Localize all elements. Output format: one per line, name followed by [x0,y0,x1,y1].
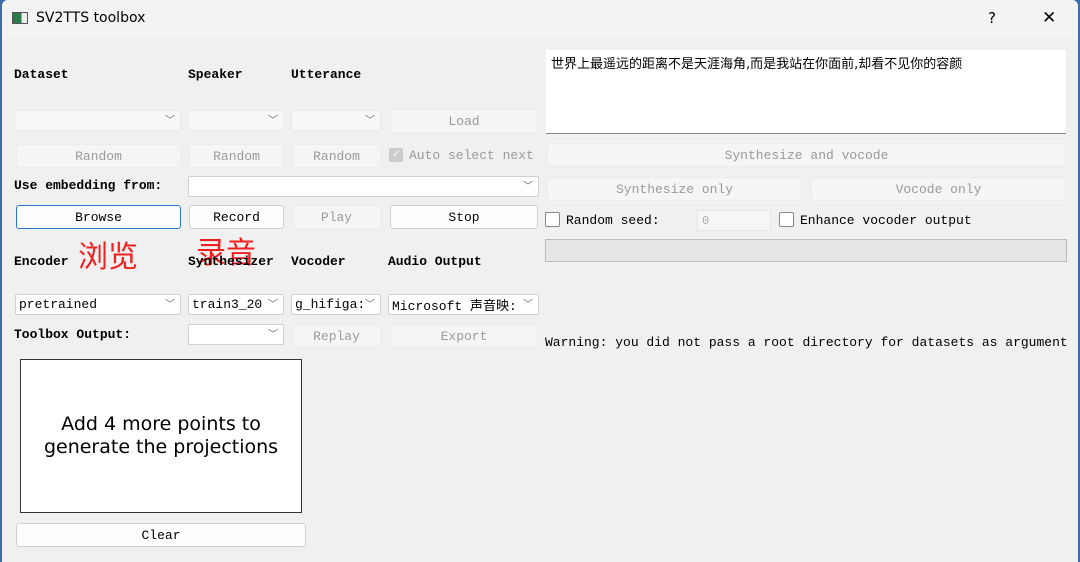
title-bar: SV2TTS toolbox ? ✕ [2,0,1078,38]
speaker-label: Speaker [188,67,243,82]
clear-button[interactable]: Clear [16,523,306,547]
enhance-vocoder-checkbox[interactable] [779,212,794,227]
play-button[interactable]: Play [292,205,381,229]
dataset-combo[interactable]: ﹀ [15,110,181,131]
synthesize-only-button[interactable]: Synthesize only [547,177,802,201]
encoder-combo[interactable]: pretrained ﹀ [15,294,181,315]
chevron-down-icon: ﹀ [268,295,278,311]
synthesizer-combo[interactable]: train3_20 ﹀ [188,294,284,315]
chevron-down-icon: ﹀ [268,329,278,341]
enhance-vocoder-label: Enhance vocoder output [800,213,972,228]
stop-button[interactable]: Stop [390,205,538,229]
utterance-combo[interactable]: ﹀ [291,110,381,131]
chevron-down-icon: ﹀ [165,299,175,311]
text-input-value: 世界上最遥远的距离不是天涯海角,而是我站在你面前,却看不见你的容颜 [551,57,963,72]
projection-message: Add 4 more points to generate the projec… [43,413,279,458]
close-button[interactable]: ✕ [1042,8,1056,28]
vocoder-label: Vocoder [291,254,346,269]
main-window: SV2TTS toolbox ? ✕ Dataset Speaker Utter… [2,0,1078,562]
random-dataset-button[interactable]: Random [16,144,181,168]
replay-button[interactable]: Replay [292,324,381,348]
vocoder-value: g_hifiga: [295,297,366,312]
vocode-only-button[interactable]: Vocode only [811,177,1066,201]
warning-text: Warning: you did not pass a root directo… [545,335,1068,350]
app-icon [12,12,28,24]
synthesize-vocode-button[interactable]: Synthesize and vocode [547,143,1066,167]
speaker-combo[interactable]: ﹀ [188,110,284,131]
text-input[interactable]: 世界上最遥远的距离不是天涯海角,而是我站在你面前,却看不见你的容颜 [546,50,1066,134]
auto-select-label: Auto select next [409,148,534,163]
encoder-label: Encoder [14,254,69,269]
auto-select-checkbox[interactable]: ✓ [389,148,403,162]
seed-value: 0 [702,214,710,228]
browse-button[interactable]: Browse [16,205,181,229]
toolbox-output-label: Toolbox Output: [14,327,132,342]
random-utterance-button[interactable]: Random [292,144,381,168]
embedding-combo[interactable]: ﹀ [188,176,539,197]
chevron-down-icon: ﹀ [523,181,533,193]
audio-output-combo[interactable]: Microsoft 声音映: ﹀ [388,294,539,315]
vocoder-combo[interactable]: g_hifiga: ﹀ [291,294,381,315]
record-button[interactable]: Record [189,205,284,229]
random-seed-checkbox[interactable] [545,212,560,227]
browse-annotation: 浏览 [78,240,138,275]
chevron-down-icon: ﹀ [523,295,533,311]
seed-input[interactable]: 0 [697,210,771,231]
window-title: SV2TTS toolbox [36,10,146,26]
dataset-label: Dataset [14,67,69,82]
synthesizer-label: Synthesizer [188,254,274,269]
encoder-value: pretrained [19,297,98,312]
audio-output-value: Microsoft 声音映: [392,299,517,314]
projections-plot: Add 4 more points to generate the projec… [20,359,302,513]
use-embedding-label: Use embedding from: [14,178,163,193]
synthesizer-value: train3_20 [192,297,263,312]
help-button[interactable]: ? [988,9,996,27]
chevron-down-icon: ﹀ [268,115,278,127]
load-button[interactable]: Load [390,109,538,133]
chevron-down-icon: ﹀ [365,295,375,311]
random-seed-label: Random seed: [566,213,660,228]
progress-bar [545,239,1067,262]
export-button[interactable]: Export [390,324,538,348]
chevron-down-icon: ﹀ [165,115,175,127]
utterance-label: Utterance [291,67,362,82]
toolbox-output-combo[interactable]: ﹀ [188,324,284,345]
chevron-down-icon: ﹀ [365,115,375,127]
random-speaker-button[interactable]: Random [189,144,284,168]
audio-output-label: Audio Output [388,254,482,269]
